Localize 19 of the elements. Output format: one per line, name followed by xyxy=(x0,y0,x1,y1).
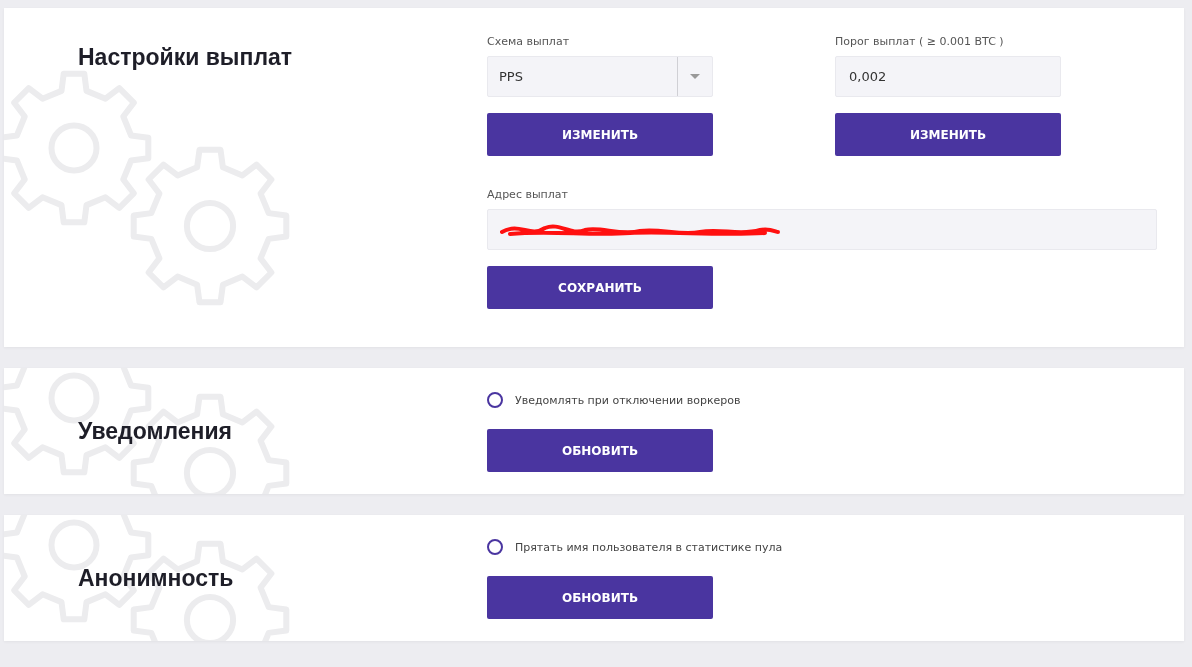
option-label: Прятать имя пользователя в статистике пула xyxy=(515,540,783,554)
radio-button[interactable] xyxy=(487,392,503,408)
change-button[interactable]: ИЗМЕНИТЬ xyxy=(835,113,1061,156)
threshold-input[interactable]: 0,002 xyxy=(835,56,1061,97)
radio-button[interactable] xyxy=(487,539,503,555)
save-button[interactable]: СОХРАНИТЬ xyxy=(487,266,713,309)
update-button[interactable]: ОБНОВИТЬ xyxy=(487,576,713,619)
scheme-dropdown[interactable]: PPS xyxy=(487,56,713,97)
change-button[interactable]: ИЗМЕНИТЬ xyxy=(487,113,713,156)
field-label: Порог выплат ( ≥ 0.001 BTC ) xyxy=(835,35,1005,48)
option-label: Уведомлять при отключении воркеров xyxy=(515,393,741,407)
field-label: Схема выплат xyxy=(487,35,571,48)
field-label: Адрес выплат xyxy=(487,188,569,201)
section-title: Настройки выплат xyxy=(78,44,294,71)
section-title: Анонимность xyxy=(78,564,234,592)
caret-icon xyxy=(690,74,700,79)
address-input[interactable] xyxy=(487,209,1157,250)
section-title: Уведомления xyxy=(78,417,232,445)
update-button[interactable]: ОБНОВИТЬ xyxy=(487,429,713,472)
